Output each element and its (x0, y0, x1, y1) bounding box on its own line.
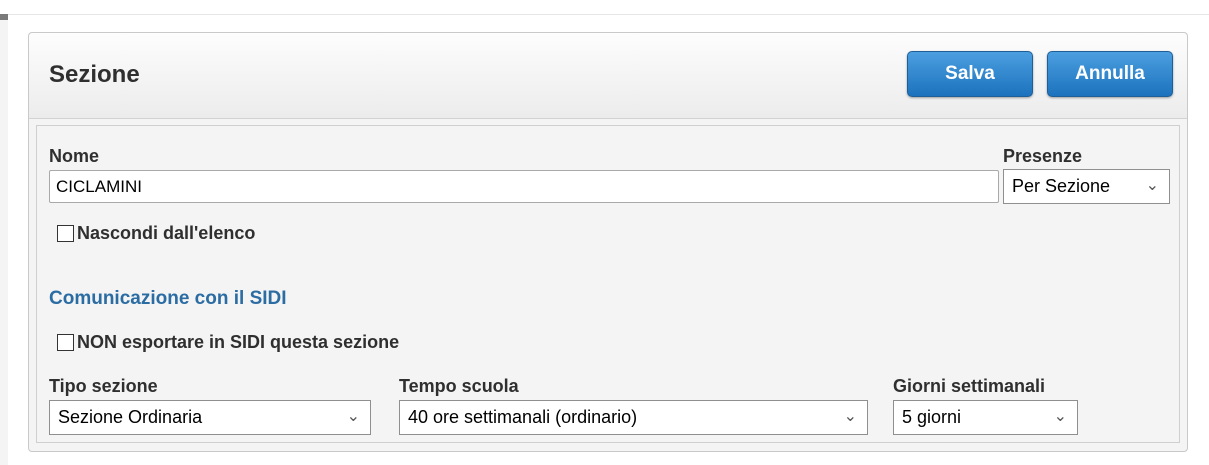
presenze-select[interactable]: Per Sezione ⌄ (1003, 169, 1170, 204)
hide-from-list-row[interactable]: Nascondi dall'elenco (57, 223, 255, 244)
nome-input[interactable] (49, 170, 999, 203)
tipo-sezione-label: Tipo sezione (49, 376, 158, 396)
tipo-sezione-value: Sezione Ordinaria (58, 407, 203, 427)
chevron-down-icon: ⌄ (1145, 177, 1159, 194)
tipo-sezione-select[interactable]: Sezione Ordinaria ⌄ (49, 400, 371, 435)
hide-from-list-label: Nascondi dall'elenco (77, 223, 256, 243)
tempo-scuola-value: 40 ore settimanali (ordinario) (408, 407, 638, 427)
giorni-settimanali-label: Giorni settimanali (893, 376, 1046, 396)
left-shade (0, 20, 8, 465)
panel-header: Sezione Salva Annulla (29, 33, 1187, 119)
no-export-sidi-label: NON esportare in SIDI questa sezione (77, 332, 400, 352)
tempo-scuola-select[interactable]: 40 ore settimanali (ordinario) ⌄ (399, 400, 868, 435)
checkbox-icon[interactable] (57, 334, 74, 351)
form-area: Nome Presenze Per Sezione ⌄ Nascondi dal… (36, 125, 1180, 443)
top-divider (8, 14, 1209, 15)
giorni-settimanali-value: 5 giorni (902, 407, 962, 427)
presenze-label: Presenze (1003, 146, 1083, 166)
tempo-scuola-label: Tempo scuola (399, 376, 519, 396)
no-export-sidi-row[interactable]: NON esportare in SIDI questa sezione (57, 332, 399, 353)
chevron-down-icon: ⌄ (346, 408, 360, 425)
nome-label: Nome (49, 146, 100, 166)
chevron-down-icon: ⌄ (843, 408, 857, 425)
chevron-down-icon: ⌄ (1053, 408, 1067, 425)
checkbox-icon[interactable] (57, 225, 74, 242)
cancel-button[interactable]: Annulla (1047, 51, 1173, 97)
section-panel: Sezione Salva Annulla Nome Presenze Per … (28, 32, 1188, 452)
sidi-section-title: Comunicazione con il SIDI (49, 288, 287, 309)
giorni-settimanali-select[interactable]: 5 giorni ⌄ (893, 400, 1078, 435)
page-title: Sezione (49, 61, 140, 88)
presenze-value: Per Sezione (1012, 176, 1111, 196)
save-button[interactable]: Salva (907, 51, 1033, 97)
